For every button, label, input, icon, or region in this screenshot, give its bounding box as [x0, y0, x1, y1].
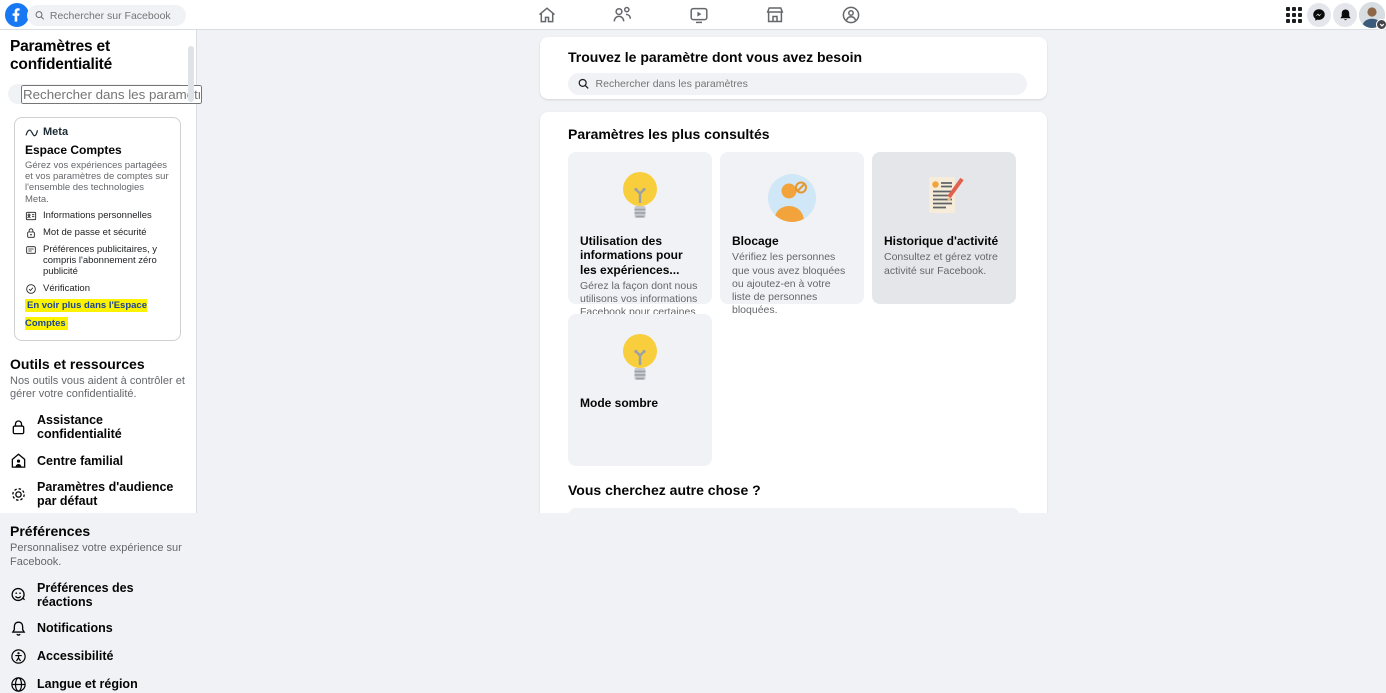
- right-navigation: [1283, 2, 1385, 28]
- search-icon: [35, 10, 45, 21]
- meta-item-password-security[interactable]: Mot de passe et sécurité: [25, 228, 170, 239]
- gear-icon: [10, 486, 27, 503]
- meta-infinity-icon: [25, 128, 39, 137]
- chevron-down-icon: [1376, 19, 1386, 30]
- other-section-title: Vous cherchez autre chose ?: [568, 482, 1019, 498]
- other-settings-row[interactable]: [568, 508, 1020, 513]
- settings-search-bar[interactable]: [8, 84, 188, 104]
- tile-dark-mode[interactable]: Mode sombre: [568, 314, 712, 466]
- sidebar-item-language-region[interactable]: Langue et région: [8, 676, 188, 693]
- home-icon[interactable]: [536, 5, 557, 26]
- most-viewed-title: Paramètres les plus consultés: [568, 126, 1019, 142]
- page-title: Paramètres et confidentialité: [8, 38, 188, 74]
- family-home-icon: [10, 452, 27, 469]
- main-settings-search-bar[interactable]: [568, 73, 1027, 95]
- sidebar-item-reaction-preferences[interactable]: Préférences des réactions: [8, 581, 188, 609]
- reaction-smiley-icon: [10, 586, 27, 603]
- search-icon: [578, 78, 590, 90]
- tile-activity-log[interactable]: Historique d'activité Consultez et gérez…: [872, 152, 1016, 304]
- settings-sidebar: Paramètres et confidentialité Meta Espac…: [0, 30, 197, 513]
- main-content: Trouvez le paramètre dont vous avez beso…: [197, 30, 1386, 513]
- find-setting-title: Trouvez le paramètre dont vous avez beso…: [568, 49, 1025, 65]
- meta-logo: Meta: [25, 126, 170, 138]
- accessibility-icon: [10, 648, 27, 665]
- blocking-icon: [732, 162, 852, 234]
- facebook-search-bar[interactable]: [27, 5, 186, 26]
- verification-check-icon: [25, 283, 37, 295]
- watch-icon[interactable]: [688, 5, 709, 26]
- password-security-icon: [25, 227, 37, 239]
- search-input[interactable]: [50, 10, 178, 22]
- meta-accounts-center-card[interactable]: Meta Espace Comptes Gérez vos expérience…: [14, 117, 181, 341]
- meta-item-personal-info[interactable]: Informations personnelles: [25, 211, 170, 222]
- ad-preferences-icon: [25, 244, 37, 256]
- section-description-preferences: Personnalisez votre expérience sur Faceb…: [8, 542, 186, 570]
- sidebar-item-accessibility[interactable]: Accessibilité: [8, 648, 188, 665]
- settings-search-input[interactable]: [21, 85, 202, 104]
- lightbulb-icon: [580, 324, 700, 396]
- top-navigation-bar: [0, 0, 1386, 30]
- notifications-bell-icon[interactable]: [1333, 3, 1357, 27]
- profile-avatar[interactable]: [1359, 2, 1385, 28]
- most-viewed-card: Paramètres les plus consultés Utilisatio…: [540, 112, 1047, 513]
- privacy-lock-icon: [10, 419, 27, 436]
- bell-icon: [10, 620, 27, 637]
- activity-log-icon: [884, 162, 1004, 234]
- settings-tiles: Utilisation des informations pour les ex…: [568, 152, 1019, 466]
- center-navigation: [536, 0, 861, 30]
- lightbulb-icon: [580, 162, 700, 234]
- accounts-center-more-link[interactable]: En voir plus dans l'Espace Comptes: [25, 300, 147, 329]
- sidebar-item-notifications[interactable]: Notifications: [8, 620, 188, 637]
- sidebar-scrollbar[interactable]: [188, 46, 194, 102]
- sidebar-item-family-center[interactable]: Centre familial: [8, 452, 188, 469]
- accounts-center-description: Gérez vos expériences partagées et vos p…: [25, 160, 170, 205]
- facebook-logo[interactable]: [5, 3, 29, 27]
- find-setting-card: Trouvez le paramètre dont vous avez beso…: [540, 37, 1047, 99]
- accounts-center-title: Espace Comptes: [25, 143, 170, 157]
- section-title-tools: Outils et ressources: [8, 356, 188, 372]
- tile-information-use[interactable]: Utilisation des informations pour les ex…: [568, 152, 712, 304]
- sidebar-item-privacy-checkup[interactable]: Assistance confidentialité: [8, 413, 188, 441]
- tile-blocking[interactable]: Blocage Vérifiez les personnes que vous …: [720, 152, 864, 304]
- section-description-tools: Nos outils vous aident à contrôler et gé…: [8, 375, 186, 403]
- sidebar-item-default-audience[interactable]: Paramètres d'audience par défaut: [8, 480, 188, 508]
- marketplace-icon[interactable]: [764, 5, 785, 26]
- meta-item-verification[interactable]: Vérification: [25, 284, 170, 295]
- friends-icon[interactable]: [612, 5, 633, 26]
- apps-grid-icon[interactable]: [1283, 4, 1305, 26]
- messenger-icon[interactable]: [1307, 3, 1331, 27]
- groups-icon[interactable]: [840, 5, 861, 26]
- section-title-preferences: Préférences: [8, 523, 188, 539]
- globe-icon: [10, 676, 27, 693]
- main-settings-search-input[interactable]: [596, 78, 1017, 90]
- id-card-icon: [25, 210, 37, 222]
- meta-item-ad-preferences[interactable]: Préférences publicitaires, y compris l'a…: [25, 245, 170, 278]
